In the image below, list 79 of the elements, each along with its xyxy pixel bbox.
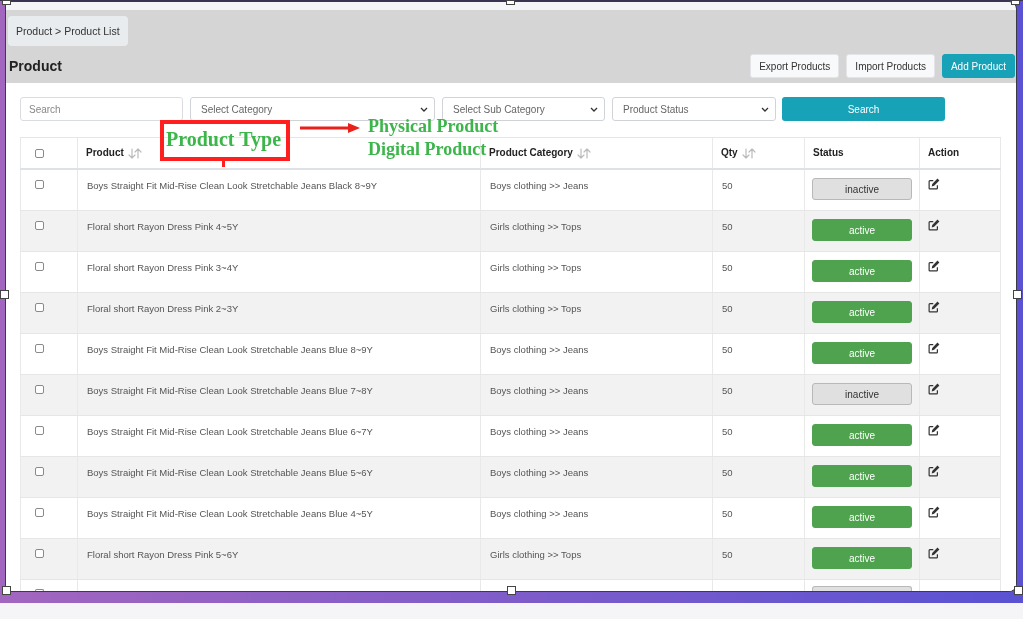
qty-cell: 50 — [713, 375, 805, 415]
category-cell: Girls clothing >> Tops — [481, 293, 713, 333]
search-field[interactable]: Search — [20, 97, 183, 121]
edit-icon[interactable] — [928, 465, 940, 477]
category-cell: Boys clothing >> Jeans — [481, 498, 713, 538]
row-checkbox[interactable] — [35, 262, 44, 271]
edit-icon[interactable] — [928, 383, 940, 395]
column-header[interactable]: Product Category — [489, 147, 573, 159]
qty-cell: 50 — [713, 252, 805, 292]
chevron-down-icon — [420, 106, 428, 112]
row-checkbox[interactable] — [35, 344, 44, 353]
edit-icon[interactable] — [928, 424, 940, 436]
qty-cell: 50 — [713, 334, 805, 374]
edit-icon[interactable] — [928, 506, 940, 518]
row-checkbox[interactable] — [35, 221, 44, 230]
edit-icon[interactable] — [928, 301, 940, 313]
qty-cell: 50 — [713, 539, 805, 579]
resize-handle[interactable] — [1013, 290, 1022, 299]
resize-handle[interactable] — [506, 0, 515, 5]
product-cell: Boys Straight Fit Mid-Rise Clean Look Stretchable Jeans Blue 8~9Y — [78, 334, 481, 374]
product-cell: Boys Straight Fit Mid-Rise Clean Look Stretchable Jeans Blue 5~6Y — [78, 457, 481, 497]
category-cell: Boys clothing >> Jeans — [481, 170, 713, 210]
edit-icon[interactable] — [928, 219, 940, 231]
column-header: Status — [813, 147, 844, 159]
filter-dropdown[interactable]: Product Status — [612, 97, 776, 121]
resize-handle[interactable] — [2, 586, 11, 595]
resize-handle[interactable] — [2, 0, 11, 5]
callout-pointer — [222, 161, 225, 167]
column-header[interactable]: Qty — [721, 147, 738, 159]
product-cell: Boys Straight Fit Mid-Rise Clean Look Stretchable Jeans Blue 4~5Y — [78, 498, 481, 538]
annotation-option: Digital Product — [368, 138, 487, 161]
category-cell: Boys clothing >> Jeans — [481, 416, 713, 456]
edit-icon[interactable] — [928, 547, 940, 559]
page-title: Product — [8, 58, 62, 74]
product-cell: Boys Straight Fit Mid-Rise Clean Look Stretchable Jeans Blue 6~7Y — [78, 416, 481, 456]
row-checkbox[interactable] — [35, 508, 44, 517]
chevron-down-icon — [590, 106, 598, 112]
status-badge[interactable]: inactive — [812, 383, 912, 405]
row-checkbox[interactable] — [35, 180, 44, 189]
qty-cell: 50 — [713, 211, 805, 251]
row-checkbox[interactable] — [35, 426, 44, 435]
chevron-down-icon — [761, 106, 769, 112]
product-cell: Boys Straight Fit Mid-Rise Clean Look Stretchable Jeans Blue 7~8Y — [78, 375, 481, 415]
breadcrumb: Product > Product List — [8, 16, 128, 46]
qty-cell: 50 — [713, 170, 805, 210]
import-button[interactable]: Import Products — [846, 54, 935, 78]
column-header: Action — [928, 147, 960, 159]
qty-cell: 50 — [713, 498, 805, 538]
category-cell: Boys clothing >> Jeans — [481, 375, 713, 415]
product-cell: Boys Straight Fit Mid-Rise Clean Look Stretchable Jeans Black 8~9Y — [78, 170, 481, 210]
edit-icon[interactable] — [928, 178, 940, 190]
category-cell: Boys clothing >> Jeans — [481, 457, 713, 497]
resize-handle[interactable] — [0, 290, 9, 299]
qty-cell: 50 — [713, 457, 805, 497]
export-button[interactable]: Export Products — [750, 54, 840, 78]
qty-cell: 50 — [713, 293, 805, 333]
row-checkbox[interactable] — [35, 385, 44, 394]
category-cell: Girls clothing >> Tops — [481, 211, 713, 251]
annotation-label: Product Type — [160, 120, 290, 161]
row-checkbox[interactable] — [35, 467, 44, 476]
product-cell: Floral short Rayon Dress Pink 2~3Y — [78, 293, 481, 333]
annotation-arrow — [300, 122, 360, 134]
row-checkbox[interactable] — [35, 549, 44, 558]
edit-icon[interactable] — [928, 260, 940, 272]
select-all-checkbox[interactable] — [35, 148, 44, 158]
product-cell: Floral short Rayon Dress Pink 5~6Y — [78, 539, 481, 579]
status-badge[interactable]: inactive — [812, 178, 912, 200]
product-cell: Floral short Rayon Dress Pink 4~5Y — [78, 211, 481, 251]
edit-icon[interactable] — [928, 342, 940, 354]
category-cell: Girls clothing >> Tops — [481, 539, 713, 579]
column-header[interactable]: Product — [86, 147, 124, 159]
category-cell: Boys clothing >> Jeans — [481, 334, 713, 374]
category-cell: Girls clothing >> Tops — [481, 252, 713, 292]
resize-handle[interactable] — [1014, 586, 1023, 595]
product-cell: Floral short Rayon Dress Pink 3~4Y — [78, 252, 481, 292]
resize-handle[interactable] — [507, 586, 516, 595]
qty-cell: 50 — [713, 416, 805, 456]
row-checkbox[interactable] — [35, 303, 44, 312]
resize-handle[interactable] — [1011, 0, 1020, 5]
